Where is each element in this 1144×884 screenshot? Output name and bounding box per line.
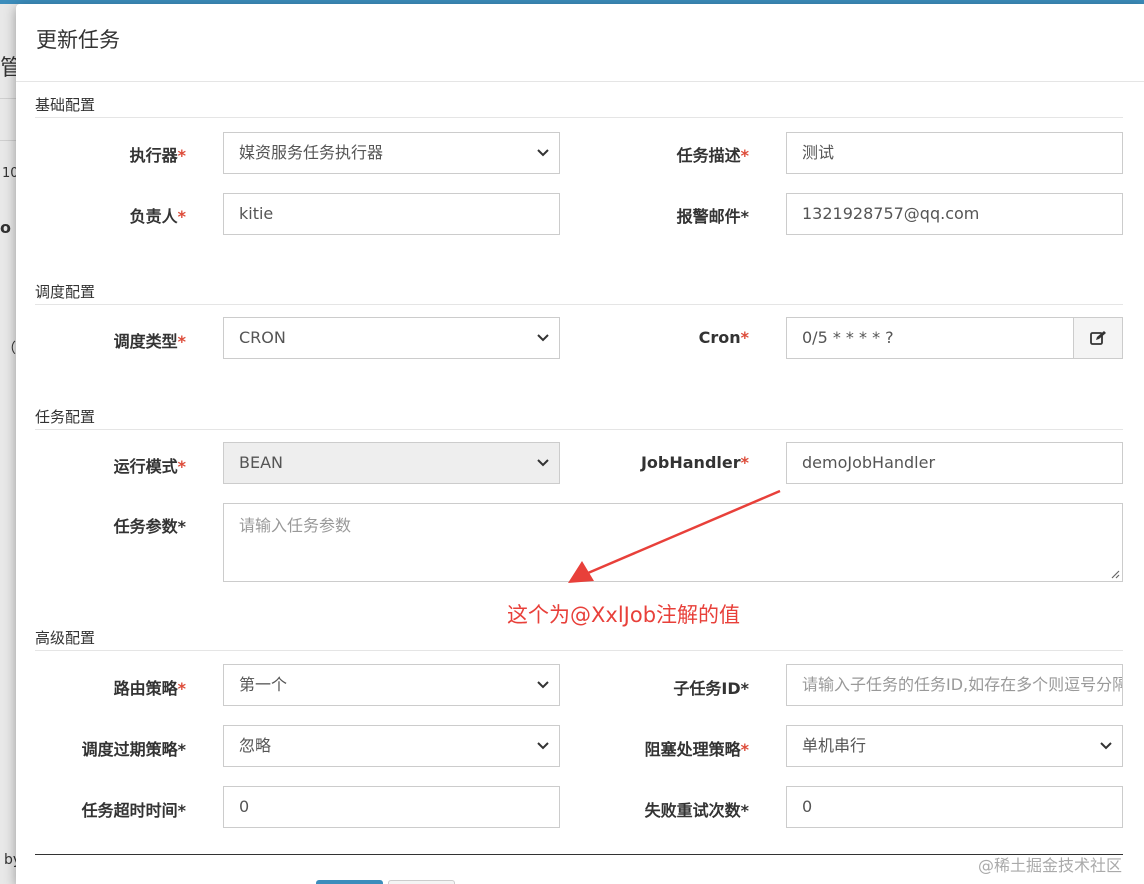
- background-text-fragment: o: [0, 218, 11, 237]
- chevron-down-icon: [537, 459, 549, 467]
- chevron-down-icon: [537, 149, 549, 157]
- run-mode-label: 运行模式*: [113, 457, 186, 476]
- save-button[interactable]: [316, 880, 383, 884]
- cancel-button[interactable]: [388, 880, 455, 884]
- run-mode-select[interactable]: BEAN: [223, 442, 560, 484]
- block-strategy-select[interactable]: 单机串行: [786, 725, 1123, 767]
- author-input[interactable]: kitie: [223, 193, 560, 235]
- resize-handle-icon[interactable]: [1110, 569, 1120, 579]
- chevron-down-icon: [1100, 742, 1112, 750]
- job-desc-input[interactable]: 测试: [786, 132, 1123, 174]
- timeout-label: 任务超时时间*: [81, 801, 186, 820]
- author-label: 负责人*: [129, 207, 186, 226]
- job-handler-input[interactable]: demoJobHandler: [786, 442, 1123, 484]
- annotation-text: 这个为@XxlJob注解的值: [507, 603, 741, 627]
- schedule-type-label: 调度类型*: [113, 332, 186, 351]
- section-schedule: 调度配置: [35, 281, 1123, 305]
- route-strategy-select[interactable]: 第一个: [223, 664, 560, 706]
- alarm-email-label: 报警邮件*: [676, 207, 749, 226]
- route-strategy-label: 路由策略*: [113, 679, 186, 698]
- chevron-down-icon: [537, 681, 549, 689]
- update-job-modal: 更新任务 基础配置 执行器* 媒资服务任务执行器 任务描述* 测试 负责人* k…: [16, 4, 1144, 884]
- chevron-down-icon: [537, 742, 549, 750]
- section-basic: 基础配置: [35, 94, 1123, 118]
- watermark: @稀土掘金技术社区: [978, 856, 1123, 875]
- edit-icon: [1090, 331, 1106, 345]
- section-job: 任务配置: [35, 406, 1123, 430]
- job-params-label: 任务参数*: [113, 517, 186, 536]
- modal-title: 更新任务: [36, 28, 120, 52]
- cron-label: Cron*: [698, 328, 749, 347]
- job-desc-label: 任务描述*: [676, 146, 749, 165]
- misfire-strategy-label: 调度过期策略*: [81, 740, 186, 759]
- child-job-id-input[interactable]: 请输入子任务的任务ID,如存在多个则逗号分隔: [786, 664, 1123, 706]
- block-strategy-label: 阻塞处理策略*: [644, 740, 749, 759]
- timeout-input[interactable]: 0: [223, 786, 560, 828]
- cron-edit-button[interactable]: [1073, 317, 1123, 359]
- fail-retry-label: 失败重试次数*: [644, 801, 749, 820]
- misfire-strategy-select[interactable]: 忽略: [223, 725, 560, 767]
- footer-divider: [35, 854, 1123, 855]
- chevron-down-icon: [537, 334, 549, 342]
- job-handler-label: JobHandler*: [640, 453, 749, 472]
- executor-label: 执行器*: [129, 146, 186, 165]
- fail-retry-input[interactable]: 0: [786, 786, 1123, 828]
- cron-input[interactable]: 0/5 * * * * ?: [786, 317, 1074, 359]
- annotation-arrow-icon: [568, 489, 781, 583]
- executor-select[interactable]: 媒资服务任务执行器: [223, 132, 560, 174]
- schedule-type-select[interactable]: CRON: [223, 317, 560, 359]
- section-advanced: 高级配置: [35, 627, 1123, 651]
- modal-header: 更新任务: [16, 4, 1144, 82]
- child-job-id-label: 子任务ID*: [673, 679, 749, 698]
- alarm-email-input[interactable]: 1321928757@qq.com: [786, 193, 1123, 235]
